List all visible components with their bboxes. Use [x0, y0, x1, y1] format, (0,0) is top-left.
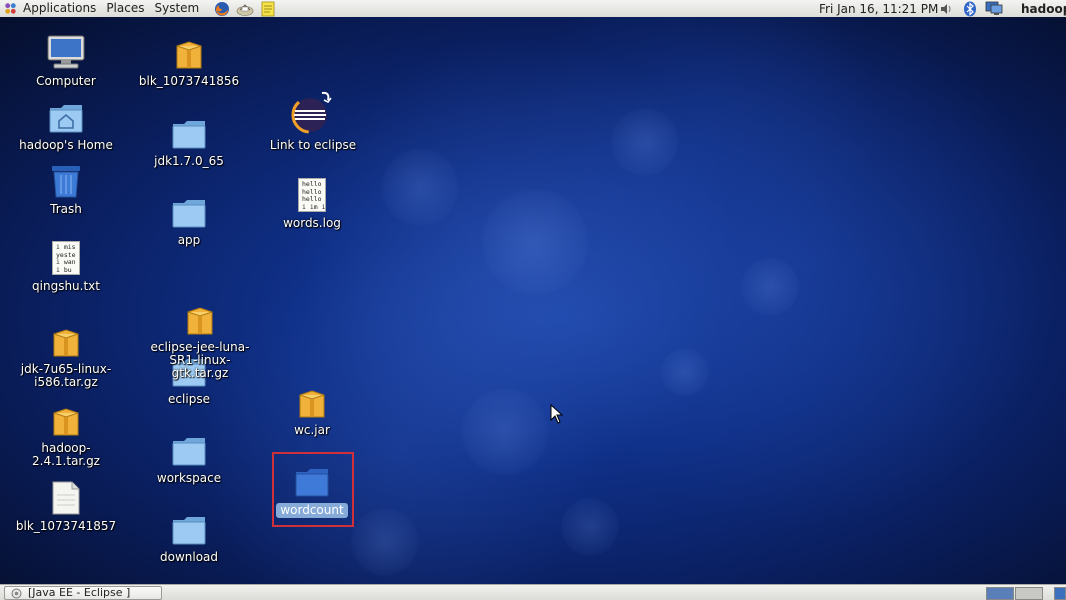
computer-icon — [47, 35, 85, 69]
bluetooth-icon — [964, 1, 976, 16]
archive-icon — [299, 390, 325, 418]
home-folder-icon — [49, 105, 83, 133]
desktop-icon-blk-857[interactable]: blk_1073741857 — [6, 479, 126, 533]
desktop-icon-label: Link to eclipse — [269, 138, 357, 152]
desktop-icon-jdk-tar[interactable]: jdk-7u65-linux-i586.tar.gz — [6, 322, 126, 389]
desktop-icon-download-folder[interactable]: download — [129, 510, 249, 564]
desktop-icon-label: Computer — [36, 74, 96, 88]
desktop-icon-eclipse-tar[interactable]: eclipse-jee-luna-SR1-linux-gtk.tar.gz — [140, 300, 260, 380]
network-control[interactable] — [985, 0, 1003, 17]
firefox-launcher[interactable] — [213, 0, 231, 17]
notes-icon — [261, 1, 275, 16]
desktop-icon-label: hadoop's Home — [19, 138, 113, 152]
firefox-icon — [215, 1, 230, 16]
archive-icon — [187, 307, 213, 335]
text-file-icon: hello hello hello i im i — [298, 178, 326, 212]
folder-icon — [172, 200, 206, 228]
volume-icon — [941, 3, 951, 14]
desktop-icon-label: jdk-7u65-linux-i586.tar.gz — [20, 362, 112, 389]
bottom-panel: [Java EE - Eclipse ] — [0, 584, 1066, 600]
places-menu[interactable]: Places — [102, 0, 150, 17]
desktop-icon-jdk-folder[interactable]: jdk1.7.0_65 — [129, 114, 249, 168]
desktop-icon-label: words.log — [283, 216, 341, 230]
desktop-icon-label: Trash — [50, 202, 82, 216]
window-icon — [11, 588, 22, 598]
applications-menu-label: Applications — [23, 1, 97, 15]
network-icon — [985, 1, 1003, 15]
archive-icon — [176, 41, 202, 69]
text-file-icon: i mis yeste i wan i bu — [52, 241, 80, 275]
desktop-icon-app-folder[interactable]: app — [129, 193, 249, 247]
desktop-icon-label: app — [177, 233, 201, 247]
desktop-icon-label: eclipse — [168, 392, 210, 406]
desktop-icon-computer[interactable]: Computer — [6, 34, 126, 88]
mail-client-icon — [236, 3, 254, 16]
taskbar-eclipse-window[interactable]: [Java EE - Eclipse ] — [4, 586, 162, 600]
clock[interactable]: Fri Jan 16, 11:21 PM — [819, 0, 938, 17]
desktop-icon-home[interactable]: hadoop's Home — [6, 98, 126, 152]
mouse-pointer-icon — [550, 404, 564, 424]
desktop-icon-label: hadoop-2.4.1.tar.gz — [32, 441, 100, 468]
places-menu-label: Places — [106, 1, 145, 15]
workspace-3[interactable] — [1054, 587, 1066, 600]
desktop-icon-eclipse-link[interactable]: Link to eclipse — [253, 90, 373, 152]
desktop-icon-label: wordcount — [276, 503, 348, 518]
system-menu[interactable]: System — [150, 0, 205, 17]
user-menu-label: hadoop — [1021, 1, 1066, 16]
desktop-icon-words-log[interactable]: hello hello hello i im i words.log — [252, 178, 372, 230]
desktop-icon-label: blk_1073741856 — [138, 74, 240, 88]
folder-icon — [172, 517, 206, 545]
desktop-icon-blk-856[interactable]: blk_1073741856 — [129, 34, 249, 88]
desktop-icon-wc-jar[interactable]: wc.jar — [252, 383, 372, 437]
generic-file-icon — [52, 481, 80, 515]
system-menu-label: System — [154, 1, 200, 15]
bluetooth-control[interactable] — [963, 0, 977, 17]
folder-icon — [172, 121, 206, 149]
desktop-icon-trash[interactable]: Trash — [6, 162, 126, 216]
desktop-icon-label: blk_1073741857 — [15, 519, 117, 533]
desktop-icon-label: jdk1.7.0_65 — [154, 154, 224, 168]
workspace-2[interactable] — [1015, 587, 1043, 600]
workspace-1[interactable] — [986, 587, 1014, 600]
desktop-icon-label: qingshu.txt — [32, 279, 100, 293]
clock-label: Fri Jan 16, 11:21 PM — [819, 1, 939, 16]
volume-control[interactable] — [939, 0, 953, 17]
folder-icon — [295, 469, 329, 497]
user-menu[interactable]: hadoop — [1021, 0, 1066, 17]
taskbar-eclipse-label: [Java EE - Eclipse ] — [28, 586, 131, 599]
mail-client-launcher[interactable] — [236, 0, 254, 17]
archive-icon — [53, 329, 79, 357]
eclipse-icon — [291, 91, 332, 134]
applications-menu[interactable]: Applications — [0, 0, 102, 17]
top-panel: Applications Places System Fri Jan 16, 1… — [0, 0, 1066, 18]
folder-icon — [172, 438, 206, 466]
desktop-icon-label: wc.jar — [294, 423, 330, 437]
trash-icon — [52, 166, 80, 198]
desktop-icon-qingshu[interactable]: i mis yeste i wan i bu qingshu.txt — [6, 241, 126, 293]
desktop-icon-label: download — [159, 550, 219, 564]
archive-icon — [53, 408, 79, 436]
gnome-foot-icon — [5, 3, 16, 14]
desktop-icon-hadoop-tar[interactable]: hadoop-2.4.1.tar.gz — [6, 401, 126, 468]
desktop-icon-label: eclipse-jee-luna-SR1-linux-gtk.tar.gz — [150, 340, 250, 380]
desktop-icon-workspace-folder[interactable]: workspace — [129, 431, 249, 485]
desktop-icon-label: workspace — [156, 471, 222, 485]
notes-launcher[interactable] — [259, 0, 277, 17]
desktop-icon-wordcount-folder[interactable]: wordcount — [252, 462, 372, 518]
